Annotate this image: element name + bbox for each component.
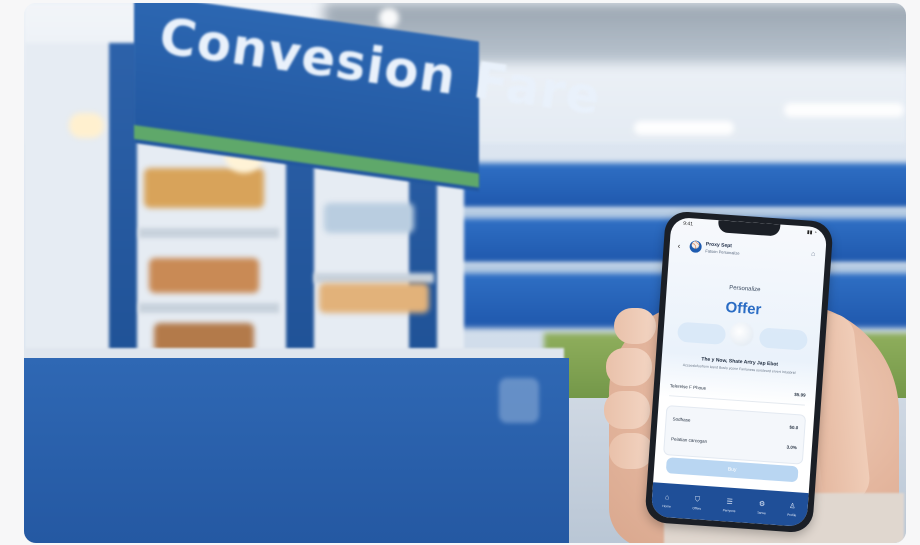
cloud-decoration bbox=[676, 321, 727, 345]
photo-frame: Convesion Fare 9:41 ▮▮ ◔ ‹ ⚾ Proxy Sept … bbox=[24, 3, 906, 543]
tab-label: Profile bbox=[787, 512, 797, 518]
cloud-decoration bbox=[758, 327, 809, 351]
phone-notch bbox=[717, 220, 781, 237]
tab-profile[interactable]: ♙ Profile bbox=[787, 503, 797, 518]
stadium-stand bbox=[404, 163, 906, 208]
price-label: Telerelse F Phoue bbox=[669, 383, 707, 391]
stadium-light bbox=[784, 103, 904, 117]
price-value: $5.99 bbox=[794, 391, 806, 398]
food-display bbox=[319, 283, 429, 313]
offer-title: Offer bbox=[724, 298, 762, 319]
gear-icon: ⚙ bbox=[758, 500, 766, 509]
ceiling-light bbox=[379, 8, 399, 28]
summary-label: Peiatian carcogan bbox=[670, 436, 708, 444]
app-logo-icon: ⚾ bbox=[689, 240, 703, 254]
status-icons: ▮▮ ◔ bbox=[806, 229, 818, 237]
food-display bbox=[324, 203, 414, 233]
counter-logo bbox=[499, 378, 539, 423]
tab-bar: ⌂ Home ⛉ Offers ☰ Perryons ⚙ Tarwa ♙ Pro… bbox=[650, 482, 809, 528]
app-subtitle: Fatson Personalize bbox=[705, 248, 740, 256]
offer-subtitle: Personalize bbox=[728, 285, 761, 294]
divider bbox=[669, 395, 805, 406]
status-time: 9:41 bbox=[682, 220, 694, 228]
smartphone: 9:41 ▮▮ ◔ ‹ ⚾ Proxy Sept Fatson Personal… bbox=[644, 210, 834, 534]
tab-home[interactable]: ⌂ Home bbox=[662, 494, 671, 509]
summary-label: Sodfrase bbox=[672, 416, 691, 423]
baseball-icon bbox=[728, 321, 755, 347]
back-arrow-icon[interactable]: ‹ bbox=[677, 241, 680, 250]
tab-label: Perryons bbox=[722, 508, 736, 514]
profile-icon: ♙ bbox=[788, 502, 796, 511]
tab-menu[interactable]: ☰ Perryons bbox=[723, 498, 737, 513]
summary-value: 3.0% bbox=[786, 444, 798, 451]
display-shelf bbox=[314, 273, 434, 283]
finger bbox=[606, 348, 652, 386]
stand-rail bbox=[404, 208, 906, 218]
kiosk-light bbox=[69, 113, 104, 138]
offers-icon: ⛉ bbox=[694, 496, 701, 504]
display-shelf bbox=[139, 228, 279, 238]
home-icon: ⌂ bbox=[664, 494, 670, 502]
finger bbox=[609, 433, 653, 469]
stadium-light bbox=[634, 121, 734, 135]
food-display bbox=[144, 168, 264, 208]
price-row: Telerelse F Phoue $5.99 bbox=[670, 383, 806, 397]
finger bbox=[614, 308, 656, 344]
summary-card: Sodfrase $0.0 Peiatian carcogan 3.0% bbox=[663, 405, 807, 465]
display-shelf bbox=[139, 303, 279, 313]
tab-label: Tarwa bbox=[756, 510, 766, 516]
summary-row: Sodfrase $0.0 bbox=[672, 416, 798, 430]
cart-icon[interactable]: ⌂ bbox=[811, 251, 816, 258]
tab-offers[interactable]: ⛉ Offers bbox=[692, 496, 702, 511]
summary-value: $0.0 bbox=[789, 424, 799, 431]
summary-row: Peiatian carcogan 3.0% bbox=[671, 436, 797, 450]
food-display bbox=[149, 258, 259, 293]
tab-settings[interactable]: ⚙ Tarwa bbox=[756, 500, 766, 516]
finger bbox=[604, 391, 650, 429]
tab-label: Offers bbox=[692, 506, 702, 511]
tab-label: Home bbox=[662, 503, 671, 509]
kiosk-counter bbox=[24, 358, 569, 543]
menu-icon: ☰ bbox=[726, 498, 734, 506]
phone-screen: 9:41 ▮▮ ◔ ‹ ⚾ Proxy Sept Fatson Personal… bbox=[650, 216, 828, 528]
